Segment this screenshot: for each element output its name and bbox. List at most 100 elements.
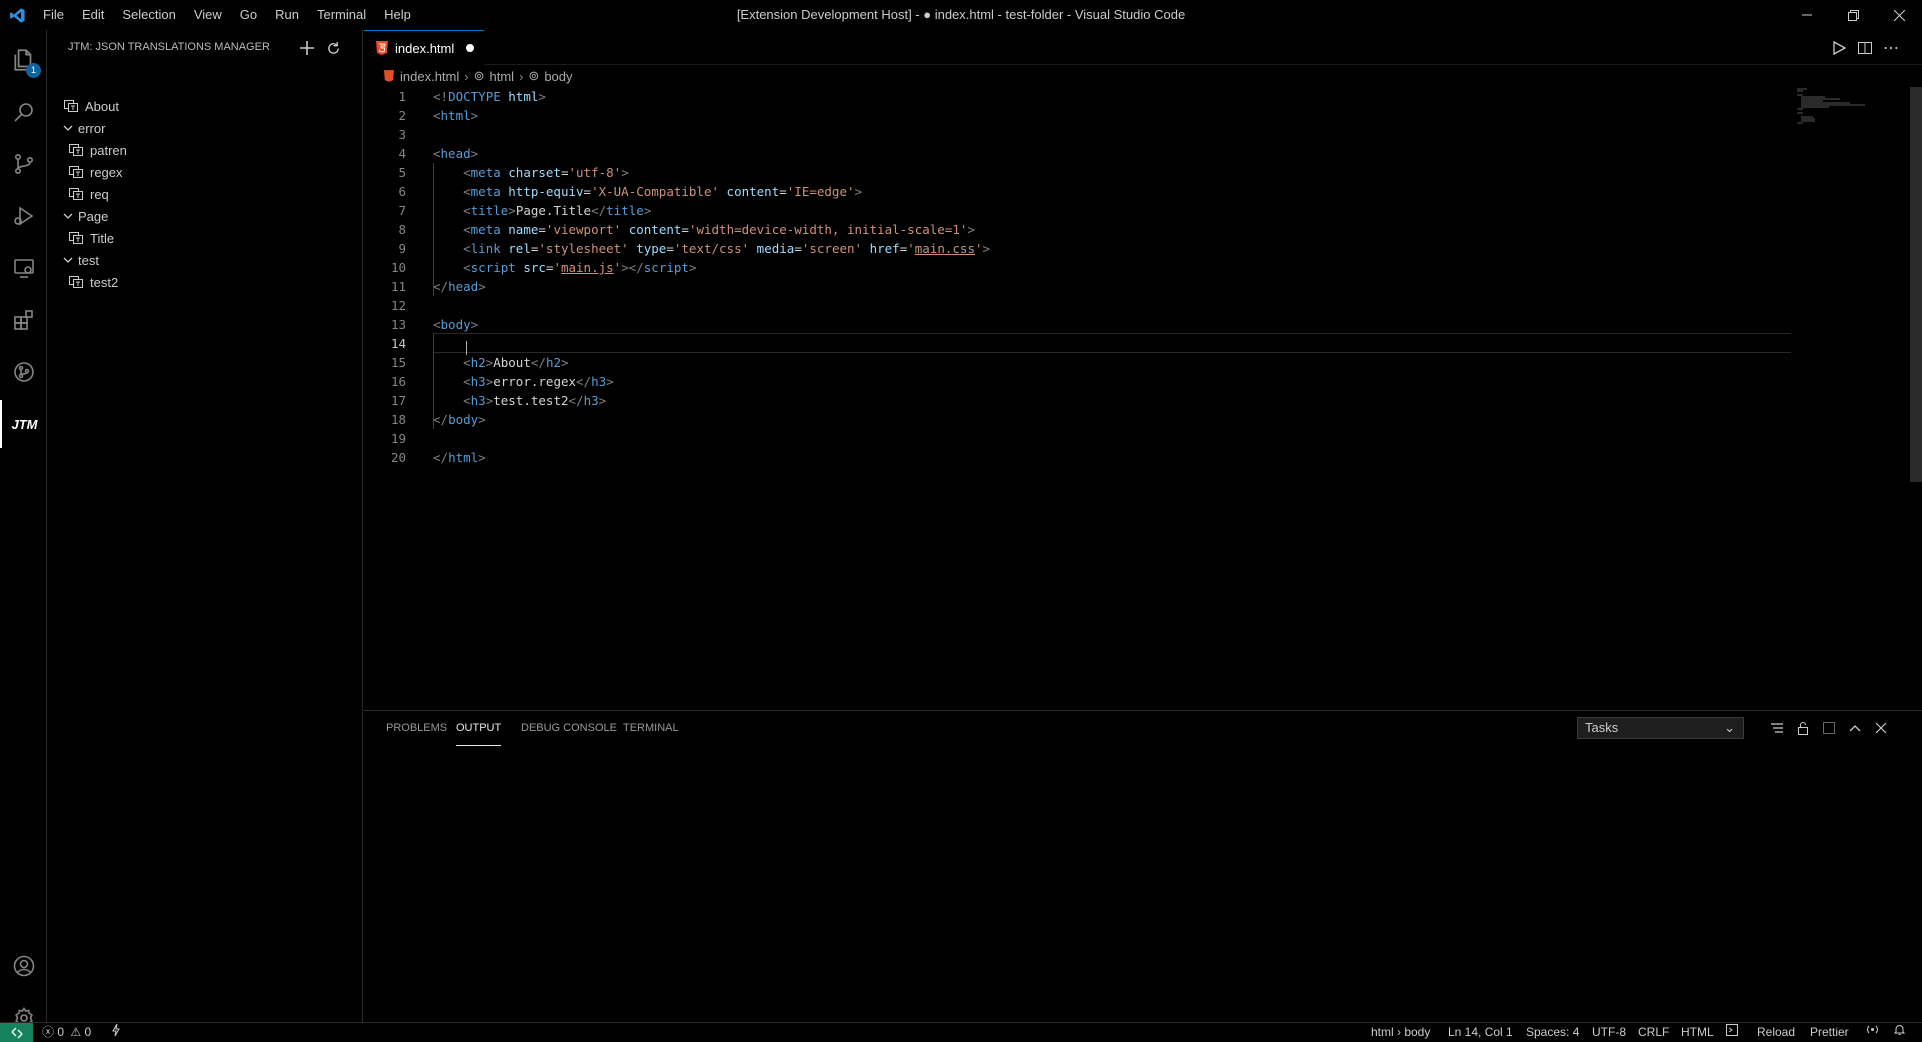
line-ending[interactable]: CRLF: [1638, 1023, 1669, 1042]
encoding[interactable]: UTF-8: [1592, 1023, 1626, 1042]
indent-guide: [433, 163, 434, 296]
restore-button[interactable]: [1830, 0, 1876, 30]
line-text: <meta charset='utf-8'>: [463, 165, 629, 180]
menu-edit[interactable]: Edit: [73, 0, 113, 30]
tab-debug-console[interactable]: DEBUG CONSOLE: [521, 711, 617, 746]
breadcrumb-file[interactable]: index.html: [400, 69, 459, 84]
tree-item-title[interactable]: Title: [68, 227, 114, 249]
line-number: 2: [398, 108, 406, 123]
breadcrumb-html[interactable]: html: [490, 69, 515, 84]
split-editor-icon[interactable]: [1855, 38, 1875, 58]
line-number: 15: [390, 355, 406, 370]
tree-item-test[interactable]: test: [60, 249, 99, 271]
tree-item-page[interactable]: Page: [60, 205, 108, 227]
reload-button[interactable]: Reload: [1757, 1023, 1795, 1042]
line-number: 7: [398, 203, 406, 218]
extensions-icon[interactable]: [0, 296, 47, 344]
tree-item-test2[interactable]: test2: [68, 271, 118, 293]
indent-guide: [433, 334, 434, 429]
remote-indicator-icon[interactable]: [0, 1023, 33, 1042]
translation-icon: [68, 275, 84, 289]
tab-output[interactable]: OUTPUT: [456, 711, 502, 746]
minimize-button[interactable]: [1784, 0, 1830, 30]
status-bar: ⓧ 0 ⚠ 0 html › body Ln 14, Col 1 Spaces:…: [0, 1022, 1922, 1042]
line-text: <!DOCTYPE html>: [433, 89, 546, 104]
tree-item-label: About: [85, 98, 119, 114]
line-text: <h3>error.regex</h3>: [463, 374, 614, 389]
language-mode[interactable]: HTML: [1681, 1023, 1714, 1042]
tab-index-html[interactable]: index.html: [364, 30, 484, 65]
cursor-position[interactable]: Ln 14, Col 1: [1448, 1023, 1513, 1042]
code-line: 17 <h3>test.test2</h3>: [364, 391, 1792, 410]
line-text: </body>: [433, 412, 486, 427]
bottom-panel: PROBLEMS OUTPUT DEBUG CONSOLE TERMINAL Task…: [364, 710, 1922, 1022]
translation-icon: [68, 165, 84, 179]
broadcast-icon[interactable]: [1866, 1023, 1879, 1042]
menu-view[interactable]: View: [185, 0, 231, 30]
menu-file[interactable]: File: [34, 0, 73, 30]
code-line: 13 <body>: [364, 315, 1792, 334]
menu-run[interactable]: Run: [266, 0, 308, 30]
tab-terminal[interactable]: TERMINAL: [623, 711, 679, 746]
code-line: 14: [364, 334, 1792, 353]
source-control-icon[interactable]: [0, 140, 47, 188]
search-icon[interactable]: [0, 88, 47, 136]
more-actions-icon[interactable]: ⋯: [1881, 38, 1901, 58]
vscode-logo-icon: [0, 7, 34, 24]
problems-indicator[interactable]: ⓧ 0 ⚠ 0: [42, 1023, 91, 1042]
line-number: 19: [390, 431, 406, 446]
account-icon[interactable]: [0, 942, 47, 990]
git-graph-icon[interactable]: [0, 348, 47, 396]
breadcrumb-body[interactable]: body: [544, 69, 572, 84]
prettier-status[interactable]: Prettier: [1810, 1023, 1849, 1042]
explorer-icon[interactable]: 1: [0, 36, 47, 84]
tree-item-error[interactable]: error: [60, 117, 105, 139]
run-debug-icon[interactable]: [0, 192, 47, 240]
clear-output-icon[interactable]: [1767, 718, 1787, 738]
symbol-element-icon: ⊚: [528, 68, 540, 83]
editor-scrollbar[interactable]: [1910, 87, 1922, 482]
warning-icon: ⚠: [70, 1025, 82, 1039]
notifications-bell-icon[interactable]: [1893, 1023, 1906, 1042]
unsaved-dot-icon[interactable]: [466, 44, 475, 52]
menu-help[interactable]: Help: [375, 0, 420, 30]
tree-item-patren[interactable]: patren: [68, 139, 127, 161]
menu-selection[interactable]: Selection: [113, 0, 184, 30]
code-editor[interactable]: 1 <!DOCTYPE html> 2 <html> 3 4 <head> 5 <meta c…: [364, 87, 1792, 707]
tree-item-req[interactable]: req: [68, 183, 109, 205]
open-log-file-icon[interactable]: [1819, 718, 1839, 738]
jtm-icon[interactable]: JTM: [0, 400, 47, 448]
indentation[interactable]: Spaces: 4: [1526, 1023, 1579, 1042]
tree-item-about[interactable]: About: [63, 95, 119, 117]
chevron-down-icon: [60, 123, 76, 133]
line-text: <head>: [433, 146, 479, 161]
line-text: <meta http-equiv='X-UA-Compatible' conte…: [463, 184, 863, 199]
output-channel-select[interactable]: Tasks ⌄: [1577, 717, 1744, 739]
status-breadcrumb[interactable]: html › body: [1371, 1023, 1430, 1042]
feedback-icon[interactable]: [1726, 1023, 1738, 1042]
code-line: 5 <meta charset='utf-8'>: [364, 163, 1792, 182]
add-translation-icon[interactable]: [297, 38, 317, 58]
line-number: 12: [390, 298, 406, 313]
line-number: 3: [398, 127, 406, 142]
code-line: 1 <!DOCTYPE html>: [364, 87, 1792, 106]
remote-explorer-icon[interactable]: [0, 244, 47, 292]
live-share-icon[interactable]: [110, 1023, 122, 1042]
minimap[interactable]: [1795, 87, 1905, 127]
menu-terminal[interactable]: Terminal: [308, 0, 375, 30]
maximize-panel-icon[interactable]: [1845, 718, 1865, 738]
close-window-button[interactable]: [1876, 0, 1922, 30]
tree-item-label: test: [78, 252, 99, 268]
code-line: 20 </html>: [364, 448, 1792, 467]
tree-item-label: error: [78, 120, 106, 136]
translation-icon: [68, 187, 84, 201]
run-file-icon[interactable]: [1829, 38, 1849, 58]
refresh-icon[interactable]: [323, 38, 343, 58]
code-line: 4 <head>: [364, 144, 1792, 163]
tree-item-regex[interactable]: regex: [68, 161, 123, 183]
code-line: 9 <link rel='stylesheet' type='text/css'…: [364, 239, 1792, 258]
lock-scroll-icon[interactable]: [1793, 718, 1813, 738]
tab-problems[interactable]: PROBLEMS: [386, 711, 447, 746]
menu-go[interactable]: Go: [231, 0, 266, 30]
close-panel-icon[interactable]: [1871, 718, 1891, 738]
